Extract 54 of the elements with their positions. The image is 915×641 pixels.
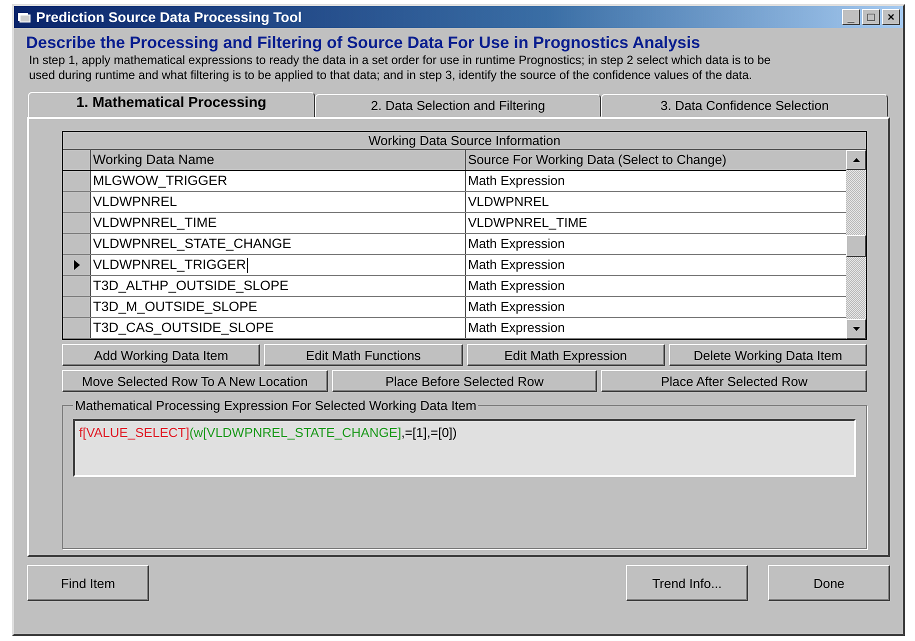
window-control-button[interactable]: × [882,9,900,25]
table-cell[interactable]: VLDWPNREL_TRIGGER [91,255,466,275]
action-button[interactable]: Move Selected Row To A New Location [62,370,328,392]
table-cell[interactable]: T3D_ALTHP_OUTSIDE_SLOPE [91,276,466,296]
app-icon [17,11,31,23]
scroll-up-button[interactable] [846,150,866,170]
table-cell[interactable]: Math Expression [466,255,846,275]
table-cell[interactable]: T3D_CAS_OUTSIDE_SLOPE [91,318,466,338]
action-button[interactable]: Edit Math Functions [264,344,462,366]
cell-text: VLDWPNREL_STATE_CHANGE [93,235,292,253]
window-control-button[interactable]: _ [842,9,860,25]
footer-button[interactable]: Done [768,565,890,601]
window-title: Prediction Source Data Processing Tool [36,9,303,25]
action-button[interactable]: Add Working Data Item [62,344,260,366]
table-cell[interactable]: VLDWPNREL [466,192,846,212]
action-button[interactable]: Place After Selected Row [601,370,868,392]
cell-text: VLDWPNREL_TRIGGER [93,256,246,274]
down-arrow-icon [852,327,860,331]
column-header: Working Data Name [91,150,466,170]
action-button[interactable]: Place Before Selected Row [332,370,598,392]
action-button[interactable]: Delete Working Data Item [668,344,867,366]
current-row-icon [74,260,80,270]
text-cursor [247,258,248,272]
cell-text: T3D_CAS_OUTSIDE_SLOPE [93,319,274,337]
up-arrow-icon [852,158,860,162]
window-control-button[interactable]: □ [862,9,880,25]
table-cell[interactable]: VLDWPNREL_TIME [466,213,846,233]
action-button[interactable]: Edit Math Expression [466,344,665,366]
cell-text: T3D_ALTHP_OUTSIDE_SLOPE [93,277,289,295]
table-cell[interactable]: Math Expression [466,318,846,338]
table-cell[interactable]: Math Expression [466,276,846,296]
tab[interactable]: 2. Data Selection and Filtering [314,94,602,117]
tab[interactable]: 3. Data Confidence Selection [601,94,888,117]
cell-text: VLDWPNREL [93,193,178,211]
table-cell[interactable]: VLDWPNREL_STATE_CHANGE [91,234,466,254]
cell-text: MLGWOW_TRIGGER [93,172,228,190]
table-cell[interactable]: Math Expression [466,297,846,317]
description: In step 1, apply mathematical expressions to ready the data in a set order for use in runtime Prognostics; in step 2 select which data is to be used during runtime and what filtering is to be applied to that data; and in step 3, identify the source of the confidence values of the data. [28,53,772,83]
tab[interactable]: 1. Mathematical Processing [28,92,315,117]
group-title: Mathematical Processing Expression For Selected Working Data Item [74,398,478,413]
heading: Describe the Processing and Filtering of Source Data For Use in Prognostics Analysis [26,34,702,53]
table-cell[interactable]: T3D_M_OUTSIDE_SLOPE [91,297,466,317]
scroll-down-button[interactable] [846,319,866,339]
table-cell[interactable]: VLDWPNREL_TIME [91,213,466,233]
table-cell[interactable]: Math Expression [466,171,846,191]
table-cell[interactable]: VLDWPNREL [91,192,466,212]
expression-field[interactable]: f[VALUE_SELECT](w[VLDWPNREL_STATE_CHANGE],=[1],=[0]) [73,419,856,477]
find-item-button[interactable]: Find Item [27,565,149,601]
table-cell[interactable]: Math Expression [466,234,846,254]
cell-text: T3D_M_OUTSIDE_SLOPE [93,298,258,316]
cell-text: VLDWPNREL_TIME [93,214,217,232]
footer-button[interactable]: Trend Info... [626,565,748,601]
table-cell[interactable]: MLGWOW_TRIGGER [91,171,466,191]
scroll-thumb[interactable] [846,235,866,257]
